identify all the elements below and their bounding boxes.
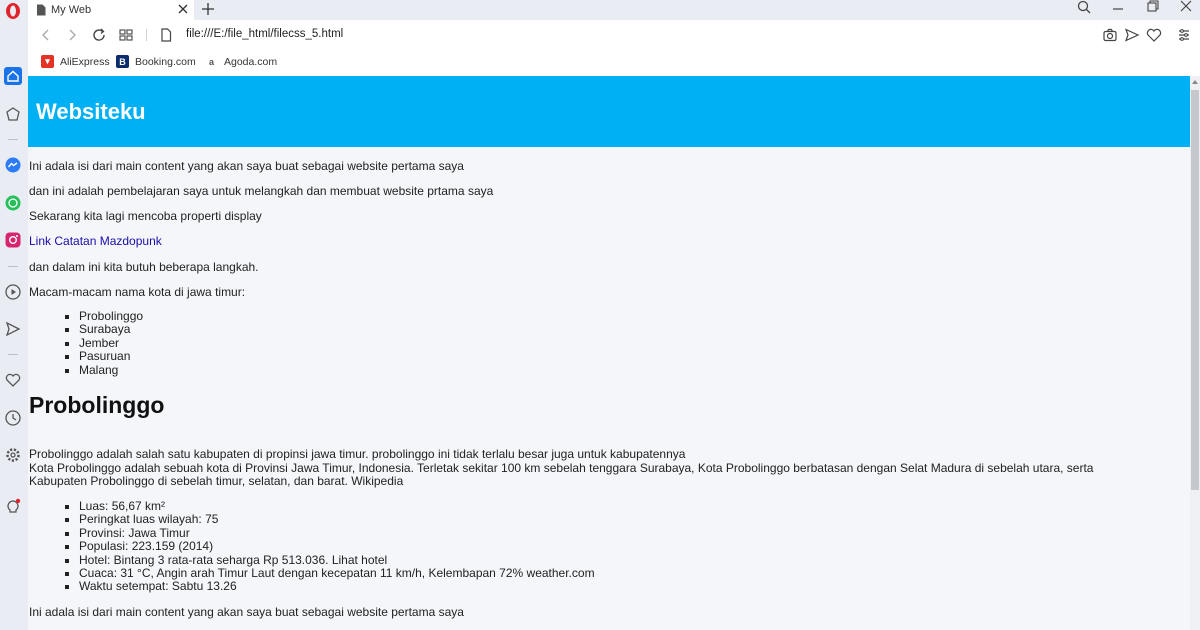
facts-list: Luas: 56,67 km² Peringkat luas wilayah: … — [65, 499, 595, 594]
home-icon[interactable] — [2, 65, 24, 87]
bookmark-heart-icon[interactable] — [1146, 27, 1162, 43]
list-item: Populasi: 223.159 (2014) — [65, 539, 595, 553]
restore-icon[interactable] — [1140, 0, 1164, 14]
page-icon — [37, 4, 46, 16]
messenger-icon[interactable] — [2, 154, 24, 176]
list-item: Malang — [64, 363, 143, 377]
list-item: Cuaca: 31 °C, Angin arah Timur Laut deng… — [65, 566, 595, 581]
list-item: Luas: 56,67 km² — [65, 499, 595, 513]
url-field[interactable]: file:///E:/file_html/filecss_5.html — [186, 28, 343, 40]
paragraph-cities-intro: Macam-macam nama kota di jawa timur: — [29, 285, 246, 299]
address-bar: file:///E:/file_html/filecss_5.html — [28, 20, 1200, 50]
paragraph-intro: Ini adala isi dari main content yang aka… — [29, 159, 464, 173]
scroll-up-arrow-icon[interactable] — [1191, 78, 1199, 86]
history-icon[interactable] — [2, 407, 24, 429]
paragraph-display: Sekarang kita lagi mencoba properti disp… — [29, 209, 262, 223]
list-item: Jember — [64, 336, 143, 350]
bookmark-agoda[interactable]: a Agoda.com — [205, 55, 277, 68]
search-icon[interactable] — [1072, 0, 1096, 14]
description-block: Probolinggo adalah salah satu kabupaten … — [29, 447, 1139, 489]
new-tab-plus-icon[interactable] — [200, 1, 216, 17]
tab-bar: My Web — [28, 0, 1200, 20]
close-window-icon[interactable] — [1174, 0, 1198, 14]
bookmark-label: Booking.com — [135, 55, 196, 68]
send-tab-icon[interactable] — [1124, 27, 1140, 43]
tabs-grid-icon[interactable] — [118, 27, 134, 43]
list-item: Provinsi: Jawa Timur — [65, 526, 595, 540]
list-item: Waktu setempat: Sabtu 13.26 — [65, 580, 595, 593]
whatsapp-icon[interactable] — [2, 192, 24, 214]
list-item: Peringkat luas wilayah: 75 — [65, 512, 595, 526]
paragraph-footer: Ini adala isi dari main content yang aka… — [29, 605, 464, 619]
bookmark-label: Agoda.com — [224, 55, 278, 68]
snapshot-camera-icon[interactable] — [1102, 27, 1118, 43]
tips-bulb-icon[interactable] — [2, 496, 24, 518]
player-icon[interactable] — [2, 281, 24, 303]
bookmark-label: AliExpress — [60, 55, 110, 68]
send-icon[interactable] — [2, 318, 24, 340]
paragraph-learning: dan ini adalah pembelajaran saya untuk m… — [29, 184, 494, 198]
list-item: Probolinggo — [64, 309, 144, 323]
minimize-icon[interactable] — [1106, 0, 1130, 14]
forward-icon[interactable] — [64, 27, 80, 43]
web-page: Websiteku Ini adala isi dari main conten… — [28, 76, 1190, 630]
close-tab-icon[interactable] — [176, 2, 190, 16]
list-item: Pasuruan — [64, 349, 143, 363]
page-scrollbar[interactable] — [1190, 76, 1200, 630]
site-title: Websiteku — [36, 98, 146, 124]
heart-icon[interactable] — [2, 369, 24, 391]
bookmarks-bar: ▾ AliExpress B Booking.com a Agoda.com — [28, 50, 1200, 76]
speed-dial-icon[interactable] — [2, 103, 24, 125]
instagram-icon[interactable] — [2, 229, 24, 251]
link-catatan-mazdopunk[interactable]: Link Catatan Mazdopunk — [29, 234, 162, 248]
scrollbar-thumb[interactable] — [1191, 90, 1199, 490]
tab-my-web[interactable]: My Web — [28, 0, 194, 20]
bookmark-booking[interactable]: B Booking.com — [116, 55, 196, 68]
settings-gear-icon[interactable] — [2, 444, 24, 466]
description-line-1: Probolinggo adalah salah satu kabupaten … — [29, 447, 686, 461]
agoda-icon: a — [208, 56, 214, 67]
bookmark-aliexpress[interactable]: ▾ AliExpress — [41, 55, 110, 68]
list-item: Surabaya — [64, 322, 143, 336]
file-icon — [161, 28, 172, 42]
tab-title: My Web — [51, 4, 92, 16]
site-header: Websiteku — [28, 76, 1190, 147]
easy-setup-menu-icon[interactable] — [1176, 27, 1192, 43]
aliexpress-icon: ▾ — [41, 55, 54, 68]
list-item: Hotel: Bintang 3 rata-rata seharga Rp 51… — [65, 553, 595, 567]
opera-logo-icon[interactable] — [2, 0, 24, 22]
booking-icon: B — [116, 55, 129, 68]
city-list: Probolinggo Surabaya Jember Pasuruan Mal… — [64, 309, 144, 377]
description-line-2: Kota Probolinggo adalah sebuah kota di P… — [29, 460, 1094, 488]
back-icon[interactable] — [38, 27, 54, 43]
section-heading: Probolinggo — [29, 392, 165, 418]
reload-icon[interactable] — [91, 27, 107, 43]
paragraph-steps: dan dalam ini kita butuh beberapa langka… — [29, 260, 259, 274]
browser-sidebar — [0, 0, 28, 630]
